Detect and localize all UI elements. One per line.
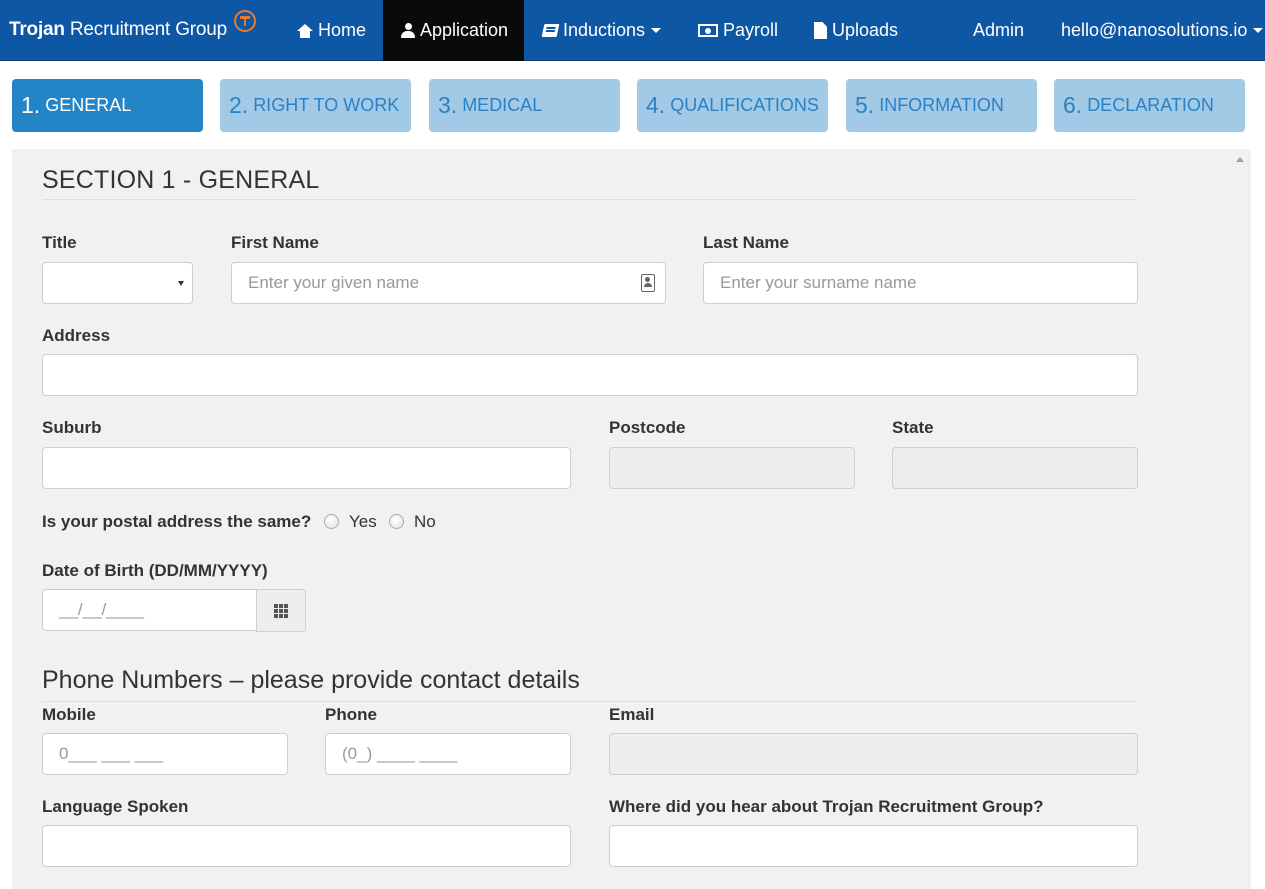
section-divider <box>42 199 1137 200</box>
referral-source-input[interactable] <box>609 825 1138 867</box>
step-label: GENERAL <box>45 95 132 115</box>
step-label: INFORMATION <box>879 95 1004 115</box>
suburb-label: Suburb <box>42 418 102 437</box>
state-label: State <box>892 418 934 437</box>
nav-admin-label: Admin <box>973 20 1025 40</box>
first-name-input[interactable]: Enter your given name <box>231 262 666 304</box>
step-label: MEDICAL <box>462 95 543 115</box>
email-label: Email <box>609 705 655 724</box>
referral-source-label: Where did you hear about Trojan Recruitm… <box>609 797 1044 816</box>
step-number: 5. <box>855 92 875 118</box>
caret-down-icon <box>1253 28 1264 33</box>
step-information[interactable]: 5. INFORMATION <box>846 79 1037 132</box>
suburb-input[interactable] <box>42 447 571 489</box>
user-icon <box>401 23 415 38</box>
phone-label: Phone <box>325 705 377 724</box>
postal-same-label: Is your postal address the same? <box>42 512 312 531</box>
section-title: SECTION 1 - GENERAL <box>42 166 320 194</box>
step-general[interactable]: 1. GENERAL <box>12 79 203 132</box>
step-declaration[interactable]: 6. DECLARATION <box>1054 79 1245 132</box>
last-name-placeholder: Enter your surname name <box>720 273 917 292</box>
step-label: DECLARATION <box>1087 95 1214 115</box>
postal-same-no-radio[interactable] <box>389 514 404 529</box>
postal-same-yes-label[interactable]: Yes <box>349 512 377 532</box>
nav-application-label: Application <box>420 20 509 40</box>
step-medical[interactable]: 3. MEDICAL <box>429 79 620 132</box>
phone-section-divider <box>42 701 1137 702</box>
user-email-label: hello@nanosolutions.io <box>1061 20 1248 40</box>
nav-home-label: Home <box>318 20 367 40</box>
top-navbar: Trojan Recruitment Group Home Applicatio… <box>0 0 1265 61</box>
caret-down-icon <box>651 28 662 33</box>
nav-home[interactable]: Home <box>297 0 366 61</box>
step-number: 6. <box>1063 92 1083 118</box>
scroll-up-icon[interactable] <box>1236 157 1244 162</box>
calendar-button[interactable] <box>256 589 306 632</box>
book-icon <box>541 24 560 37</box>
file-icon <box>814 22 827 39</box>
postal-same-yes-radio[interactable] <box>324 514 339 529</box>
language-label: Language Spoken <box>42 797 189 816</box>
phone-section-title: Phone Numbers – please provide contact d… <box>42 666 580 694</box>
last-name-label: Last Name <box>703 233 789 252</box>
first-name-label: First Name <box>231 233 319 252</box>
step-qualifications[interactable]: 4. QUALIFICATIONS <box>637 79 828 132</box>
step-number: 3. <box>438 92 458 118</box>
calendar-grid-icon <box>274 604 288 618</box>
nav-payroll[interactable]: Payroll <box>698 0 778 61</box>
dob-input[interactable]: __/__/____ <box>42 589 257 631</box>
contact-card-icon[interactable] <box>641 274 655 292</box>
nav-uploads-label: Uploads <box>832 20 899 40</box>
email-input[interactable] <box>609 733 1138 775</box>
nav-uploads[interactable]: Uploads <box>814 0 898 61</box>
first-name-placeholder: Enter your given name <box>248 273 420 292</box>
brand-name: Trojan Recruitment Group <box>9 19 228 40</box>
nav-admin[interactable]: Admin <box>973 0 1024 61</box>
mobile-label: Mobile <box>42 705 96 724</box>
mobile-input[interactable]: 0___ ___ ___ <box>42 733 288 775</box>
nav-application[interactable]: Application <box>383 0 524 61</box>
postcode-label: Postcode <box>609 418 686 437</box>
step-number: 1. <box>21 92 41 118</box>
trojan-logo-icon <box>234 10 257 32</box>
nav-inductions-label: Inductions <box>563 20 646 40</box>
step-label: RIGHT TO WORK <box>253 95 400 115</box>
phone-mask: (0_) ____ ____ <box>342 744 458 763</box>
last-name-input[interactable]: Enter your surname name <box>703 262 1138 304</box>
language-input[interactable] <box>42 825 571 867</box>
dob-mask: __/__/____ <box>59 600 145 619</box>
address-label: Address <box>42 326 111 345</box>
brand-logo-link[interactable]: Trojan Recruitment Group <box>9 10 257 45</box>
phone-input[interactable]: (0_) ____ ____ <box>325 733 571 775</box>
nav-payroll-label: Payroll <box>723 20 779 40</box>
dob-label: Date of Birth (DD/MM/YYYY) <box>42 561 268 580</box>
nav-inductions-dropdown[interactable]: Inductions <box>541 0 662 61</box>
money-icon <box>698 24 718 37</box>
postal-same-no-label[interactable]: No <box>414 512 436 532</box>
home-icon <box>297 23 313 38</box>
mobile-mask: 0___ ___ ___ <box>59 744 163 763</box>
title-select[interactable] <box>42 262 193 304</box>
step-label: QUALIFICATIONS <box>670 95 819 115</box>
step-number: 4. <box>646 92 666 118</box>
address-input[interactable] <box>42 354 1138 396</box>
state-input[interactable] <box>892 447 1138 489</box>
caret-down-icon <box>178 281 184 286</box>
step-number: 2. <box>229 92 249 118</box>
title-label: Title <box>42 233 77 252</box>
step-right-to-work[interactable]: 2. RIGHT TO WORK <box>220 79 411 132</box>
postcode-input[interactable] <box>609 447 855 489</box>
nav-user-dropdown[interactable]: hello@nanosolutions.io <box>1061 0 1264 61</box>
